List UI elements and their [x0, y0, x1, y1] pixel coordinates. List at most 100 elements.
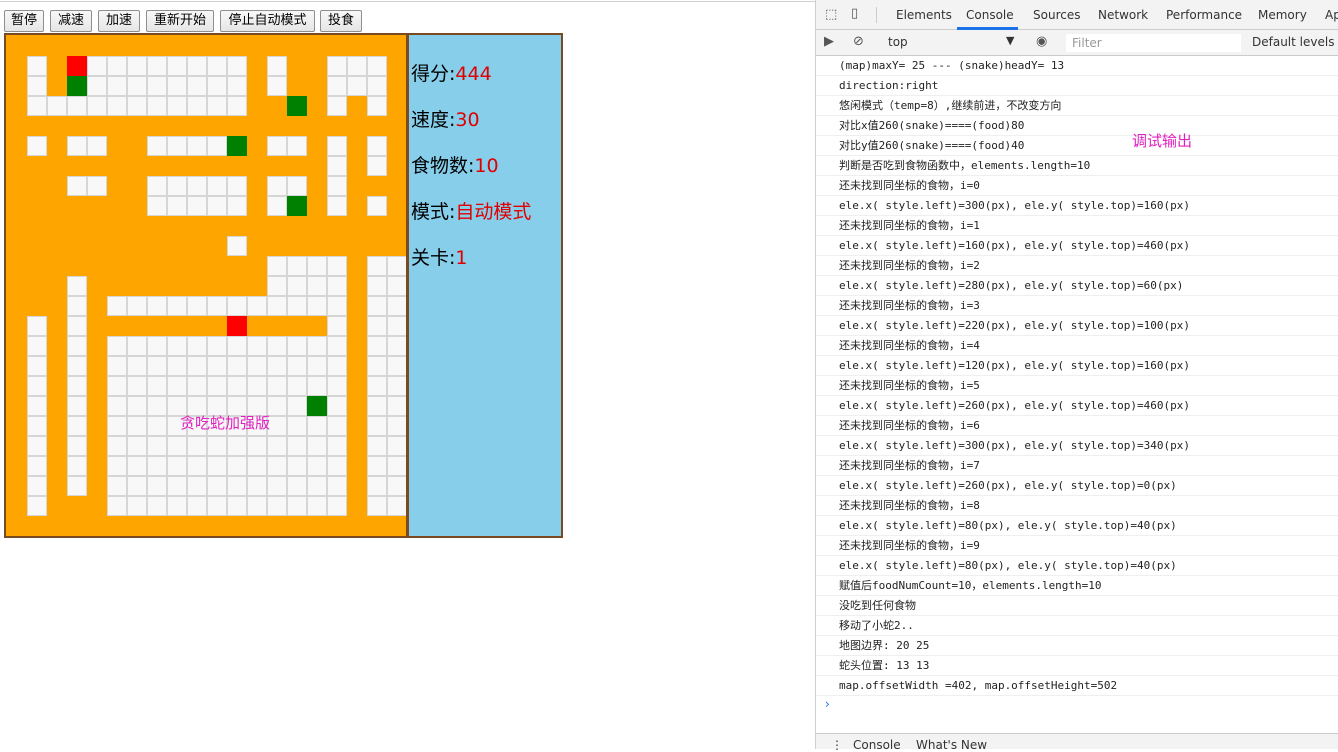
- empty-cell: [127, 476, 147, 496]
- snake-body-cell: [107, 196, 127, 216]
- drawer-tab-console[interactable]: Console: [853, 738, 901, 752]
- snake-body-cell: [7, 136, 27, 156]
- empty-cell: [247, 376, 267, 396]
- feed-button[interactable]: 投食: [320, 10, 362, 32]
- console-line: ele.x( style.left)=160(px), ele.y( style…: [816, 236, 1338, 256]
- snake-body-cell: [27, 116, 47, 136]
- snake-body-cell: [207, 256, 227, 276]
- empty-cell: [207, 456, 227, 476]
- drawer-tab-whats-new[interactable]: What's New: [916, 738, 987, 752]
- empty-cell: [327, 96, 347, 116]
- context-selector[interactable]: top: [888, 35, 908, 49]
- snake-body-cell: [7, 436, 27, 456]
- snake-head-cell: [227, 316, 247, 336]
- snake-body-cell: [127, 36, 147, 56]
- snake-body-cell: [47, 156, 67, 176]
- context-dropdown-icon[interactable]: ▼: [1006, 34, 1014, 47]
- empty-cell: [187, 476, 207, 496]
- snake-body-cell: [7, 116, 27, 136]
- tab-elements[interactable]: Elements: [896, 8, 952, 22]
- empty-cell: [307, 476, 327, 496]
- snake-body-cell: [287, 516, 307, 536]
- tab-console[interactable]: Console: [966, 8, 1014, 22]
- snake-body-cell: [347, 176, 367, 196]
- snake-body-cell: [227, 116, 247, 136]
- empty-cell: [147, 76, 167, 96]
- speed-label: 速度:: [411, 109, 456, 131]
- empty-cell: [147, 296, 167, 316]
- console-prompt-icon[interactable]: ›: [825, 697, 830, 711]
- snake-body-cell: [47, 356, 67, 376]
- empty-cell: [247, 356, 267, 376]
- snake-body-cell: [87, 316, 107, 336]
- snake-body-cell: [307, 316, 327, 336]
- console-line: ele.x( style.left)=280(px), ele.y( style…: [816, 276, 1338, 296]
- empty-cell: [187, 376, 207, 396]
- empty-cell: [227, 56, 247, 76]
- tab-application[interactable]: Ap: [1325, 8, 1338, 22]
- snake-body-cell: [87, 156, 107, 176]
- snake-body-cell: [87, 36, 107, 56]
- filter-input[interactable]: Filter: [1066, 34, 1241, 52]
- snake-body-cell: [347, 516, 367, 536]
- empty-cell: [247, 476, 267, 496]
- clear-console-icon[interactable]: ⊘: [853, 34, 864, 49]
- snake-body-cell: [347, 396, 367, 416]
- empty-cell: [107, 496, 127, 516]
- snake-body-cell: [347, 156, 367, 176]
- empty-cell: [87, 176, 107, 196]
- empty-cell: [307, 256, 327, 276]
- snake-body-cell: [67, 256, 87, 276]
- console-line: ele.x( style.left)=220(px), ele.y( style…: [816, 316, 1338, 336]
- restart-button[interactable]: 重新开始: [146, 10, 214, 32]
- snake-body-cell: [167, 236, 187, 256]
- snake-body-cell: [47, 196, 67, 216]
- empty-cell: [307, 356, 327, 376]
- snake-body-cell: [347, 436, 367, 456]
- speed-up-button[interactable]: 加速: [98, 10, 140, 32]
- empty-cell: [167, 76, 187, 96]
- game-board[interactable]: [4, 33, 408, 538]
- device-toolbar-icon[interactable]: ▯: [851, 6, 858, 21]
- empty-cell: [267, 376, 287, 396]
- log-levels-dropdown[interactable]: Default levels ▼: [1252, 35, 1338, 49]
- snake-body-cell: [127, 256, 147, 276]
- empty-cell: [267, 56, 287, 76]
- snake-head-cell: [67, 56, 87, 76]
- empty-cell: [167, 356, 187, 376]
- empty-cell: [327, 56, 347, 76]
- snake-body-cell: [67, 196, 87, 216]
- empty-cell: [227, 376, 247, 396]
- snake-body-cell: [367, 116, 387, 136]
- tab-network[interactable]: Network: [1098, 8, 1148, 22]
- snake-body-cell: [187, 256, 207, 276]
- console-line: ele.x( style.left)=80(px), ele.y( style.…: [816, 556, 1338, 576]
- empty-cell: [87, 136, 107, 156]
- snake-body-cell: [387, 196, 406, 216]
- tab-performance[interactable]: Performance: [1166, 8, 1242, 22]
- drawer-menu-icon[interactable]: ⋮: [831, 738, 843, 752]
- snake-body-cell: [27, 236, 47, 256]
- snake-body-cell: [87, 396, 107, 416]
- snake-body-cell: [347, 216, 367, 236]
- empty-cell: [27, 396, 47, 416]
- snake-body-cell: [247, 76, 267, 96]
- snake-body-cell: [107, 176, 127, 196]
- live-expression-eye-icon[interactable]: ◉: [1036, 34, 1047, 49]
- snake-body-cell: [287, 316, 307, 336]
- console-line: ele.x( style.left)=120(px), ele.y( style…: [816, 356, 1338, 376]
- inspect-element-icon[interactable]: ⬚: [825, 7, 837, 22]
- pause-button[interactable]: 暂停: [4, 10, 44, 32]
- food-cell: [67, 76, 87, 96]
- tab-memory[interactable]: Memory: [1258, 8, 1307, 22]
- tab-sources[interactable]: Sources: [1033, 8, 1080, 22]
- snake-body-cell: [67, 36, 87, 56]
- snake-body-cell: [387, 516, 406, 536]
- snake-body-cell: [327, 216, 347, 236]
- empty-cell: [387, 356, 406, 376]
- stop-auto-mode-button[interactable]: 停止自动模式: [220, 10, 315, 32]
- sidebar-toggle-icon[interactable]: ▶: [824, 34, 834, 49]
- top-divider: [0, 1, 815, 2]
- empty-cell: [287, 176, 307, 196]
- slow-down-button[interactable]: 减速: [50, 10, 92, 32]
